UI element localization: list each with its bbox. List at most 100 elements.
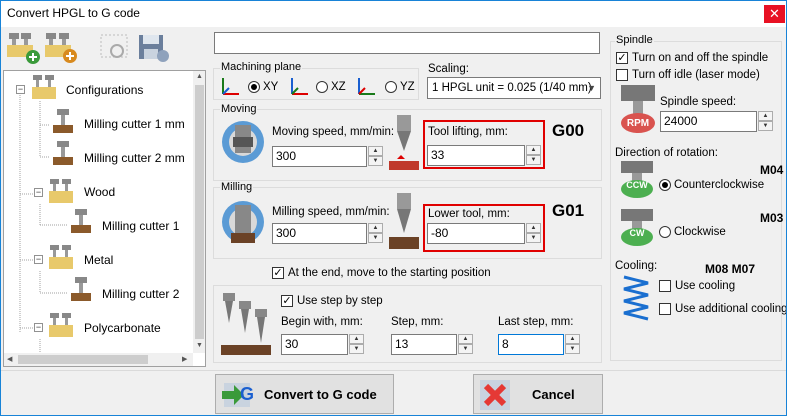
radio-yz[interactable] bbox=[385, 81, 397, 93]
counterclockwise-label: Counterclockwise bbox=[674, 179, 765, 191]
expand-configurations[interactable]: − bbox=[16, 85, 25, 94]
close-button[interactable]: ✕ bbox=[764, 5, 785, 23]
scroll-left-icon[interactable]: ◀ bbox=[7, 355, 12, 363]
spin-down-icon[interactable]: ▼ bbox=[526, 233, 541, 243]
scroll-up-icon[interactable]: ▲ bbox=[194, 73, 205, 81]
spin-down-icon[interactable]: ▼ bbox=[526, 155, 541, 165]
config-tree[interactable]: − Configurations Milling cutter 1 mm Mil… bbox=[3, 70, 206, 367]
cooling-codes: M08 M07 bbox=[705, 262, 756, 276]
use-additional-cooling-label: Use additional cooling bbox=[675, 303, 787, 315]
tree-item-metal[interactable]: Metal bbox=[84, 248, 113, 272]
wood-config-icon bbox=[49, 179, 73, 203]
spin-up-icon[interactable]: ▲ bbox=[349, 334, 364, 344]
use-step-label: Use step by step bbox=[297, 295, 383, 307]
last-step-input[interactable]: 8 bbox=[498, 334, 564, 355]
spin-down-icon[interactable]: ▼ bbox=[565, 344, 580, 354]
radio-xz-label: XZ bbox=[331, 81, 346, 93]
rename-button[interactable] bbox=[97, 31, 133, 65]
step-spinner[interactable]: ▲ ▼ bbox=[458, 334, 473, 355]
machining-plane-label: Machining plane bbox=[220, 61, 303, 73]
expand-wood[interactable]: − bbox=[34, 188, 43, 197]
add-cutter-icon bbox=[45, 33, 77, 63]
rpm-icon-text: RPM bbox=[626, 118, 650, 129]
cancel-button[interactable]: Cancel bbox=[473, 374, 603, 414]
spin-down-icon[interactable]: ▼ bbox=[349, 344, 364, 354]
spin-up-icon[interactable]: ▲ bbox=[565, 334, 580, 344]
tree-horizontal-scrollbar[interactable]: ◀ ▶ bbox=[4, 353, 193, 366]
use-cooling-checkbox[interactable] bbox=[659, 280, 671, 292]
milling-speed-icon bbox=[222, 201, 264, 243]
spin-up-icon[interactable]: ▲ bbox=[526, 223, 541, 233]
rename-icon bbox=[100, 34, 128, 58]
tool-lift-icon bbox=[389, 115, 419, 170]
m04-code: M04 bbox=[760, 163, 784, 177]
moving-speed-spinner[interactable]: ▲ ▼ bbox=[368, 146, 383, 167]
spindle-rpm-icon bbox=[621, 85, 655, 133]
last-step-spinner[interactable]: ▲ ▼ bbox=[565, 334, 580, 355]
spin-up-icon[interactable]: ▲ bbox=[368, 146, 383, 156]
spin-up-icon[interactable]: ▲ bbox=[526, 145, 541, 155]
spin-down-icon[interactable]: ▼ bbox=[368, 156, 383, 166]
tree-vertical-scrollbar[interactable]: ▲ ▼ bbox=[193, 71, 205, 353]
tree-item-cutter-2mm[interactable]: Milling cutter 2 mm bbox=[84, 146, 185, 170]
convert-button[interactable]: G Convert to G code bbox=[215, 374, 394, 414]
lower-tool-input[interactable]: -80 bbox=[427, 223, 525, 244]
scroll-thumb[interactable] bbox=[195, 85, 204, 339]
scroll-down-icon[interactable]: ▼ bbox=[194, 342, 205, 350]
moving-speed-icon bbox=[222, 121, 264, 163]
tool-lift-input[interactable]: 33 bbox=[427, 145, 525, 166]
moving-speed-input[interactable]: 300 bbox=[272, 146, 367, 167]
expand-metal[interactable]: − bbox=[34, 255, 43, 264]
spindle-label: Spindle bbox=[615, 34, 654, 46]
moving-label: Moving bbox=[220, 103, 258, 115]
window-title: Convert HPGL to G code bbox=[7, 6, 140, 20]
hscroll-thumb[interactable] bbox=[18, 355, 148, 364]
tool-lift-spinner[interactable]: ▲ ▼ bbox=[526, 145, 541, 166]
turn-on-off-checkbox[interactable]: ✓ bbox=[616, 52, 628, 64]
tree-item-wood-cutter-1[interactable]: Milling cutter 1 bbox=[102, 214, 179, 238]
begin-with-spinner[interactable]: ▲ ▼ bbox=[349, 334, 364, 355]
spin-down-icon[interactable]: ▼ bbox=[458, 344, 473, 354]
spin-down-icon[interactable]: ▼ bbox=[368, 233, 383, 243]
milling-speed-spinner[interactable]: ▲ ▼ bbox=[368, 223, 383, 244]
spin-down-icon[interactable]: ▼ bbox=[758, 121, 773, 131]
scaling-select[interactable]: 1 HPGL unit = 0.025 (1/40 mm) ▼ bbox=[427, 77, 601, 99]
step-label: Step, mm: bbox=[391, 316, 444, 328]
radio-xy[interactable] bbox=[248, 81, 260, 93]
lower-tool-label: Lower tool, mm: bbox=[428, 208, 510, 220]
spin-up-icon[interactable]: ▲ bbox=[458, 334, 473, 344]
end-move-label: At the end, move to the starting positio… bbox=[288, 267, 491, 279]
g01-code: G01 bbox=[552, 201, 585, 220]
radio-clockwise[interactable] bbox=[659, 226, 671, 238]
use-additional-cooling-checkbox[interactable] bbox=[659, 303, 671, 315]
tree-item-configurations[interactable]: Configurations bbox=[66, 78, 143, 102]
spin-up-icon[interactable]: ▲ bbox=[368, 223, 383, 233]
milling-speed-input[interactable]: 300 bbox=[272, 223, 367, 244]
spindle-speed-spinner[interactable]: ▲ ▼ bbox=[758, 111, 773, 132]
spin-up-icon[interactable]: ▲ bbox=[758, 111, 773, 121]
scroll-right-icon[interactable]: ▶ bbox=[182, 355, 187, 363]
radio-xz[interactable] bbox=[316, 81, 328, 93]
convert-icon-letter: G bbox=[240, 384, 255, 404]
tree-item-polycarbonate[interactable]: Polycarbonate bbox=[84, 316, 161, 340]
add-config-icon bbox=[7, 33, 40, 64]
step-input[interactable]: 13 bbox=[391, 334, 457, 355]
use-step-checkbox[interactable]: ✓ bbox=[281, 295, 293, 307]
name-input[interactable] bbox=[214, 32, 600, 54]
tree-item-wood[interactable]: Wood bbox=[84, 180, 115, 204]
turn-on-off-label: Turn on and off the spindle bbox=[632, 52, 769, 64]
expand-polycarbonate[interactable]: − bbox=[34, 323, 43, 332]
tree-item-cutter-1mm[interactable]: Milling cutter 1 mm bbox=[84, 112, 185, 136]
save-button[interactable] bbox=[135, 31, 171, 65]
spindle-speed-input[interactable]: 24000 bbox=[660, 111, 757, 132]
add-config-button[interactable] bbox=[5, 31, 41, 65]
turn-off-idle-checkbox[interactable] bbox=[616, 69, 628, 81]
tree-item-metal-cutter-2[interactable]: Milling cutter 2 bbox=[102, 282, 179, 306]
polycarbonate-config-icon bbox=[49, 313, 73, 337]
g00-code: G00 bbox=[552, 121, 585, 140]
begin-with-input[interactable]: 30 bbox=[281, 334, 348, 355]
lower-tool-spinner[interactable]: ▲ ▼ bbox=[526, 223, 541, 244]
radio-counterclockwise[interactable] bbox=[659, 179, 671, 191]
add-cutter-button[interactable] bbox=[43, 31, 79, 65]
end-move-checkbox[interactable]: ✓ bbox=[272, 267, 284, 279]
